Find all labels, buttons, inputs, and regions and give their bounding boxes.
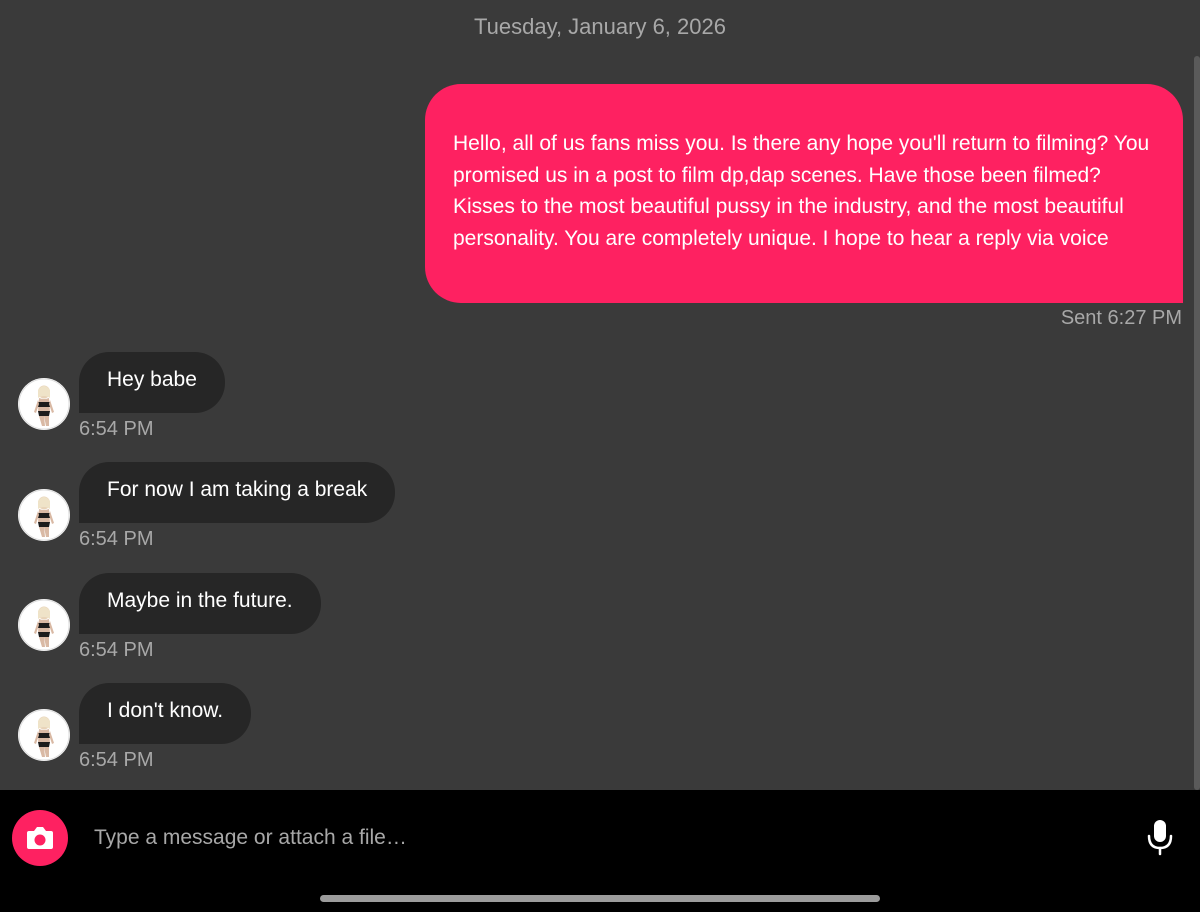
- received-message-bubble[interactable]: Hey babe: [79, 352, 225, 413]
- profile-photo-icon: [18, 378, 70, 430]
- received-message-text: Hey babe: [107, 368, 197, 391]
- profile-photo-icon: [18, 599, 70, 651]
- microphone-button[interactable]: [1144, 818, 1176, 858]
- home-indicator: [320, 895, 880, 902]
- profile-photo-icon: [18, 709, 70, 761]
- received-message-text: I don't know.: [107, 699, 224, 722]
- received-message-bubble[interactable]: For now I am taking a break: [79, 462, 396, 523]
- sent-message-bubble[interactable]: Hello, all of us fans miss you. Is there…: [425, 84, 1183, 303]
- received-message-time: 6:54 PM: [79, 749, 154, 771]
- received-message-bubble[interactable]: I don't know.: [79, 683, 252, 744]
- chat-screen: Tuesday, January 6, 2026 Hello, all of u…: [0, 0, 1200, 912]
- received-message-time: 6:54 PM: [79, 528, 154, 550]
- camera-icon: [27, 827, 53, 849]
- message-composer: [0, 790, 1200, 912]
- received-message-text: Maybe in the future.: [107, 589, 293, 612]
- received-message-time: 6:54 PM: [79, 639, 154, 661]
- avatar[interactable]: [18, 489, 70, 541]
- camera-button[interactable]: [12, 810, 68, 866]
- profile-photo-icon: [18, 489, 70, 541]
- message-input[interactable]: [82, 810, 1122, 866]
- date-header: Tuesday, January 6, 2026: [474, 14, 726, 39]
- avatar[interactable]: [18, 709, 70, 761]
- avatar[interactable]: [18, 378, 70, 430]
- received-message-bubble[interactable]: Maybe in the future.: [79, 573, 321, 634]
- sent-message-text: Hello, all of us fans miss you. Is there…: [453, 132, 1150, 250]
- scrollbar[interactable]: [1194, 56, 1200, 790]
- sent-message-status: Sent 6:27 PM: [1060, 307, 1182, 329]
- microphone-icon: [1147, 820, 1173, 856]
- received-message-time: 6:54 PM: [79, 418, 154, 440]
- avatar[interactable]: [18, 599, 70, 651]
- received-message-text: For now I am taking a break: [107, 478, 368, 501]
